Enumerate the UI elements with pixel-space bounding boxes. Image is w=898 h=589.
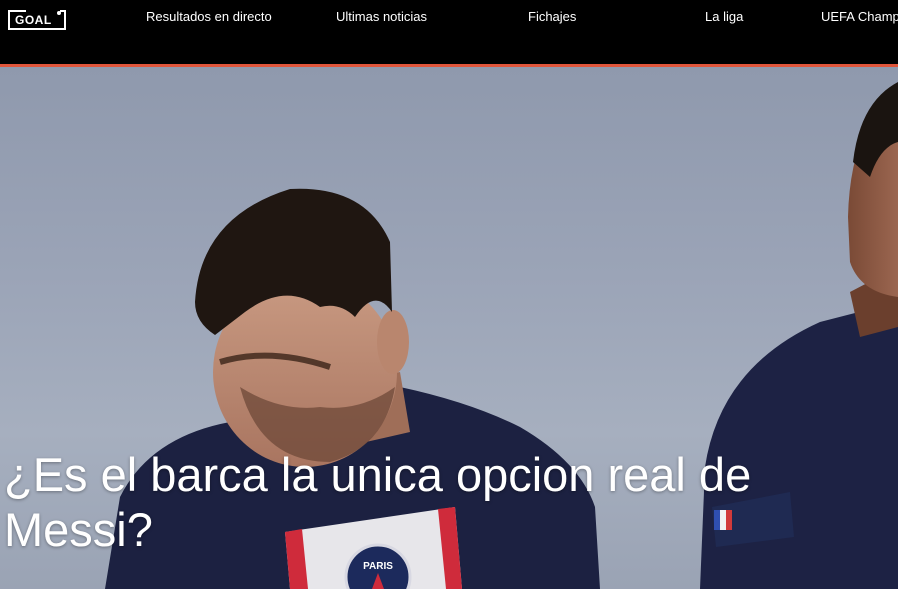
- crest-text: PARIS: [363, 561, 393, 572]
- nav-item-resultados-en-directo[interactable]: Resultados en directo: [146, 9, 272, 24]
- nav-item-la-liga[interactable]: La liga: [705, 9, 743, 24]
- player-left-ear: [377, 310, 409, 374]
- nav-item-ultimas-noticias[interactable]: Ultimas noticias: [336, 9, 427, 24]
- logo-dot-icon: [57, 11, 61, 15]
- article-headline[interactable]: ¿Es el barca la unica opcion real de Mes…: [4, 447, 864, 557]
- hero-article[interactable]: PARIS ¿Es el barca la unica opcion real …: [0, 67, 898, 589]
- logo-frame-left: [8, 10, 26, 12]
- nav-item-fichajes[interactable]: Fichajes: [528, 9, 576, 24]
- nav-item-uefa-champions[interactable]: UEFA Champ: [821, 9, 898, 24]
- top-navigation-bar: GOAL Resultados en directo Ultimas notic…: [0, 0, 898, 64]
- logo-text: GOAL: [15, 13, 52, 27]
- goal-logo[interactable]: GOAL: [8, 10, 66, 30]
- page: GOAL Resultados en directo Ultimas notic…: [0, 0, 898, 589]
